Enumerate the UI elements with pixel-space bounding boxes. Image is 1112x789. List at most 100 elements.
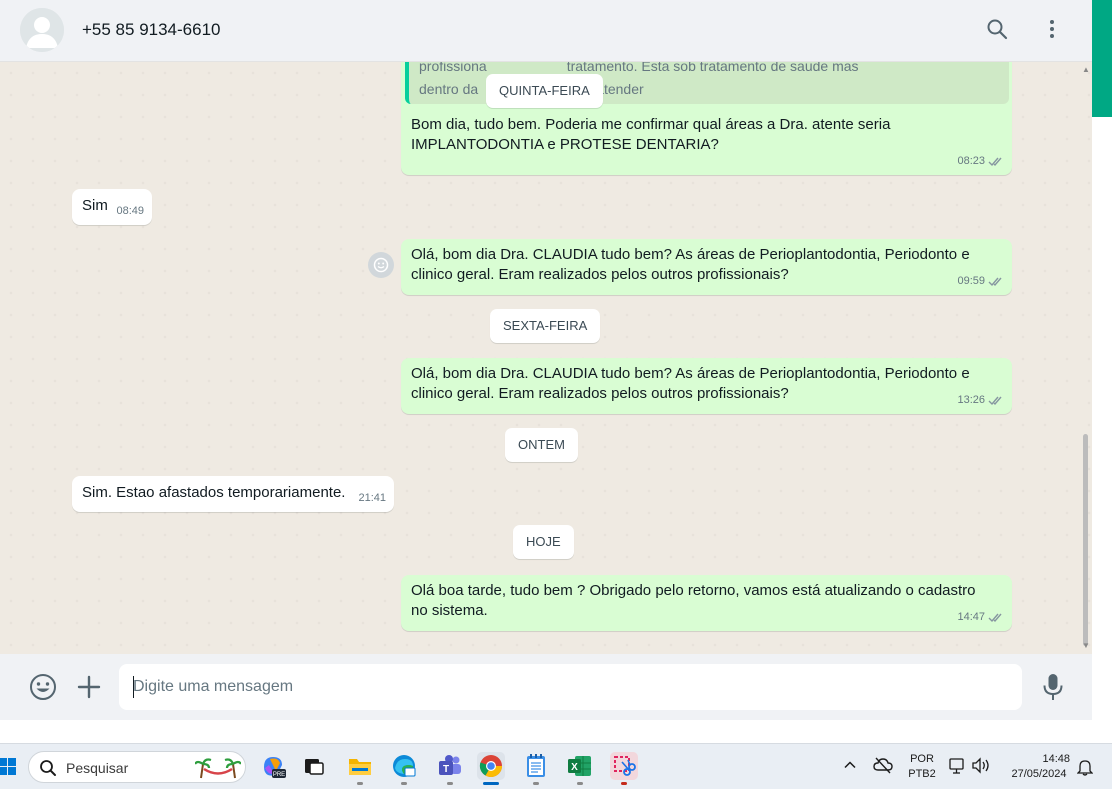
input-language[interactable]: POR PTB2 [903, 752, 941, 782]
running-indicator [401, 782, 407, 785]
chrome-icon [479, 755, 502, 777]
double-check-icon [988, 157, 1002, 166]
clock-time: 14:48 [1042, 753, 1070, 765]
show-hidden-icons-button[interactable] [843, 758, 857, 777]
clock[interactable]: 14:48 27/05/2024 [1002, 752, 1076, 782]
start-button[interactable] [0, 755, 16, 779]
message-meta: 08:49 [116, 201, 144, 221]
chevron-up-icon [844, 761, 856, 769]
chrome-app[interactable] [477, 752, 505, 780]
attach-button[interactable] [76, 674, 102, 700]
svg-text:T: T [443, 764, 449, 775]
emoji-button[interactable] [28, 672, 58, 702]
smiley-icon [373, 257, 389, 273]
message-text: Olá, bom dia Dra. CLAUDIA tudo bem? As á… [411, 246, 970, 283]
accent-strip [1092, 0, 1112, 117]
cloud-offline-icon [873, 757, 893, 774]
quoted-text-line-2b: atender [596, 81, 644, 97]
folder-icon [349, 759, 371, 775]
running-indicator [447, 782, 453, 785]
language-code: POR [910, 753, 934, 765]
message-input[interactable] [119, 664, 1022, 710]
message-text: Bom dia, tudo bem. Poderia me confirmar … [411, 116, 891, 153]
double-check-icon [988, 277, 1002, 286]
onedrive-status[interactable] [873, 756, 893, 779]
message-time: 09:59 [957, 275, 985, 287]
message-outgoing[interactable]: Olá boa tarde, tudo bem ? Obrigado pelo … [401, 575, 1012, 631]
svg-text:X: X [571, 762, 578, 773]
excel-app[interactable]: X [566, 752, 594, 780]
quoted-text-line-1a: profissiona [419, 62, 487, 74]
running-indicator [577, 782, 583, 785]
message-outgoing[interactable]: Olá, bom dia Dra. CLAUDIA tudo bem? As á… [401, 358, 1012, 414]
windows-taskbar: Pesquisar PRE T X POR PTB2 14:48 27/05/2… [0, 743, 1112, 789]
message-meta: 09:59 [957, 271, 1004, 291]
message-meta: 08:23 [957, 151, 1004, 171]
contact-name[interactable]: +55 85 9134-6610 [82, 20, 221, 40]
message-text: Olá, bom dia Dra. CLAUDIA tudo bem? As á… [411, 365, 970, 402]
message-meta: 14:47 [957, 607, 1004, 627]
whatsapp-window: +55 85 9134-6610 profissiona tratamento. … [0, 0, 1092, 720]
taskbar-search[interactable]: Pesquisar [28, 751, 246, 783]
snipping-tool-icon [614, 756, 636, 776]
copilot-app[interactable]: PRE [259, 752, 287, 780]
quoted-text-line-1b: tratamento. Esta sob tratamento de saude… [566, 62, 859, 74]
message-list[interactable]: profissiona tratamento. Esta sob tratamen… [0, 62, 1092, 654]
edge-icon [393, 755, 416, 777]
message-text: Olá boa tarde, tudo bem ? Obrigado pelo … [411, 582, 976, 619]
chat-header: +55 85 9134-6610 [0, 0, 1092, 62]
message-incoming[interactable]: Sim. Estao afastados temporariamente. 21… [72, 476, 394, 512]
file-explorer-app[interactable] [346, 752, 374, 780]
microphone-icon [1043, 674, 1063, 700]
excel-icon: X [568, 756, 591, 776]
message-meta: 13:26 [957, 390, 1004, 410]
scrollbar-thumb[interactable] [1083, 434, 1088, 646]
svg-text:PRE: PRE [273, 772, 285, 778]
plus-icon [77, 675, 101, 699]
double-check-icon [988, 396, 1002, 405]
scroll-up-arrow[interactable]: ▲ [1082, 66, 1090, 74]
task-view-button[interactable] [300, 752, 328, 780]
voice-message-button[interactable] [1040, 672, 1066, 702]
scroll-down-arrow[interactable]: ▼ [1082, 642, 1090, 650]
date-divider: ONTEM [505, 428, 578, 462]
more-vertical-icon [1050, 20, 1054, 38]
double-check-icon [988, 613, 1002, 622]
bell-icon [1076, 760, 1094, 776]
message-time: 14:47 [957, 611, 985, 623]
contact-avatar[interactable] [20, 8, 64, 52]
hammock-palm-icon [195, 758, 241, 779]
date-divider: HOJE [513, 525, 574, 559]
network-volume-tray[interactable] [949, 756, 991, 781]
message-outgoing[interactable]: Olá, bom dia Dra. CLAUDIA tudo bem? As á… [401, 239, 1012, 295]
snipping-tool-app[interactable] [610, 752, 638, 780]
message-incoming[interactable]: Sim 08:49 [72, 189, 152, 225]
message-time: 13:26 [957, 394, 985, 406]
active-indicator [483, 782, 499, 785]
message-meta: 21:41 [358, 488, 386, 508]
windows-logo-icon [0, 758, 16, 775]
chat-menu-button[interactable] [1039, 16, 1065, 42]
message-time: 21:41 [358, 492, 386, 504]
teams-app[interactable]: T [436, 752, 464, 780]
date-divider-sticky: QUINTA-FEIRA [486, 74, 603, 108]
message-time: 08:49 [116, 205, 144, 217]
task-view-icon [305, 759, 324, 775]
copilot-icon: PRE [264, 757, 286, 778]
notepad-app[interactable] [522, 752, 550, 780]
window-edge [1092, 0, 1112, 720]
notepad-icon [527, 754, 545, 777]
clock-date: 27/05/2024 [1011, 768, 1067, 780]
running-indicator [357, 782, 363, 785]
message-composer [0, 654, 1092, 720]
default-avatar-icon [20, 8, 64, 52]
notifications-button[interactable] [1076, 758, 1094, 781]
search-icon [40, 760, 56, 776]
reaction-button[interactable] [368, 252, 394, 278]
date-divider: SEXTA-FEIRA [490, 309, 601, 343]
search-chat-button[interactable] [984, 16, 1010, 42]
edge-browser-app[interactable] [390, 752, 418, 780]
message-time: 08:23 [957, 155, 985, 167]
taskbar-search-label: Pesquisar [66, 760, 129, 776]
keyboard-layout: PTB2 [908, 768, 936, 780]
